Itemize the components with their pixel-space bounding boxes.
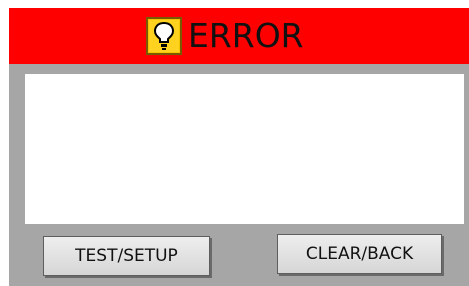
clear-back-button[interactable]: CLEAR/BACK	[277, 234, 442, 274]
error-title: ERROR	[188, 16, 304, 55]
warning-icon	[146, 17, 182, 55]
error-header: ERROR	[9, 8, 469, 64]
test-setup-button[interactable]: TEST/SETUP	[43, 236, 210, 276]
error-screen: ERROR TEST/SETUP CLEAR/BACK	[0, 0, 469, 286]
error-message-area	[25, 74, 464, 224]
header-content: ERROR	[146, 15, 304, 57]
